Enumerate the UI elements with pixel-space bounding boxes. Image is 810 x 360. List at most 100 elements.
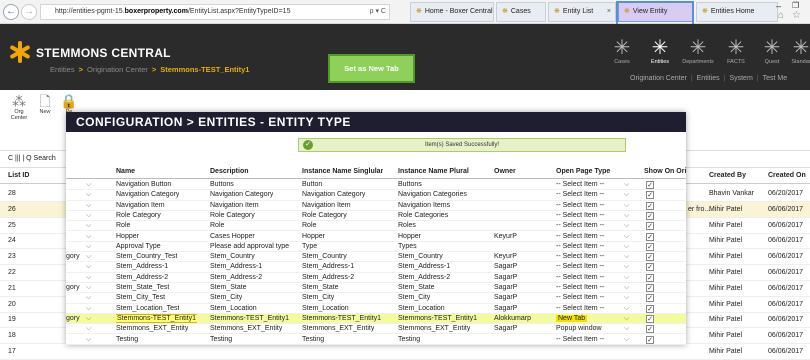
open-page-type-select[interactable]: -- Select Item --: [556, 273, 624, 283]
show-on-checkbox[interactable]: ✓: [646, 325, 654, 334]
entity-type-row[interactable]: gory ⌵ Stemmons-TEST_Entity1 Stemmons-TEST_…: [66, 313, 686, 325]
breadcrumb-entities[interactable]: Entities: [50, 65, 75, 74]
browser-tab[interactable]: ❋ Entities Home: [696, 2, 778, 22]
show-on-checkbox[interactable]: ✓: [646, 191, 654, 200]
select-chevron-icon[interactable]: ⌵: [624, 304, 629, 314]
select-chevron-icon[interactable]: ⌵: [624, 324, 629, 334]
chevron-down-icon[interactable]: ⌵: [86, 314, 91, 324]
nav-entities-button[interactable]: ✳ Entities: [640, 38, 680, 65]
open-page-type-select[interactable]: New Tab: [556, 314, 624, 324]
new-button[interactable]: 🗋 New: [32, 93, 58, 115]
list-row[interactable]: 17 Mihir Patel 06/06/2017: [0, 344, 810, 360]
entity-type-row[interactable]: ⌵ Stem_Location_Test Stem_Location Stem_Loc…: [66, 304, 686, 314]
chevron-down-icon[interactable]: ⌵: [86, 252, 91, 262]
subnav-origination-center[interactable]: Origination Center: [630, 75, 687, 82]
chevron-down-icon[interactable]: ⌵: [86, 283, 91, 293]
chevron-down-icon[interactable]: ⌵: [86, 190, 91, 200]
open-page-type-select[interactable]: -- Select Item --: [556, 232, 624, 242]
entity-type-row[interactable]: ⌵ Hopper Cases Hopper Hopper Hopper KeyurP -- …: [66, 232, 686, 242]
entity-type-row[interactable]: ⌵ Navigation Item Navigation Item Navigatio…: [66, 201, 686, 211]
nav-facts-button[interactable]: ✳ FACTS: [716, 38, 756, 65]
open-page-type-select[interactable]: -- Select Item --: [556, 252, 624, 262]
show-on-checkbox[interactable]: ✓: [646, 242, 654, 251]
show-on-checkbox[interactable]: ✓: [646, 181, 654, 189]
show-on-checkbox[interactable]: ✓: [646, 222, 654, 231]
entity-type-row[interactable]: ⌵ Stem_City_Test Stem_City Stem_City Stem_Ci…: [66, 293, 686, 304]
col-show-on[interactable]: Show On Ori: [644, 165, 686, 179]
entity-type-row[interactable]: ⌵ Role Role Role Roles -- Select Item -- ⌵ ✓: [66, 221, 686, 232]
entity-type-row[interactable]: ⌵ Stemmons_EXT_Entity Stemmons_EXT_Entity S…: [66, 324, 686, 335]
browser-tab[interactable]: ❋ Home - Boxer Central: [410, 2, 494, 22]
breadcrumb-origination[interactable]: Origination Center: [87, 65, 148, 74]
col-plural[interactable]: Instance Name Plural: [398, 165, 469, 179]
show-on-checkbox[interactable]: ✓: [646, 201, 654, 210]
chevron-down-icon[interactable]: ⌵: [86, 304, 91, 314]
chevron-down-icon[interactable]: ⌵: [86, 335, 91, 345]
open-page-type-select[interactable]: -- Select Item --: [556, 304, 624, 314]
show-on-checkbox[interactable]: ✓: [646, 335, 654, 344]
nav-cases-button[interactable]: ✳ Cases: [602, 38, 642, 65]
show-on-checkbox[interactable]: ✓: [646, 273, 654, 282]
show-on-checkbox[interactable]: ✓: [646, 232, 654, 241]
col-created-by[interactable]: Created By: [709, 168, 746, 184]
entity-type-row[interactable]: gory ⌵ Stem_State_Test Stem_State Stem_State…: [66, 283, 686, 294]
open-page-type-select[interactable]: -- Select Item --: [556, 221, 624, 231]
open-page-type-select[interactable]: -- Select Item --: [556, 293, 624, 303]
select-chevron-icon[interactable]: ⌵: [624, 262, 629, 272]
show-on-checkbox[interactable]: ✓: [646, 253, 654, 262]
forward-button[interactable]: →: [21, 4, 37, 20]
chevron-down-icon[interactable]: ⌵: [86, 324, 91, 334]
col-singular[interactable]: Instance Name Singlular: [302, 165, 383, 179]
show-on-checkbox[interactable]: ✓: [646, 294, 654, 303]
entity-type-row[interactable]: ⌵ Testing Testing Testing Testing -- Select I…: [66, 335, 686, 345]
browser-tab[interactable]: ❋ Entity List ×: [548, 2, 616, 22]
select-chevron-icon[interactable]: ⌵: [624, 314, 629, 324]
show-on-checkbox[interactable]: ✓: [646, 263, 654, 272]
subnav-entities[interactable]: Entities: [697, 75, 720, 82]
entity-type-row[interactable]: ⌵ Stem_Address-2 Stem_Address-2 Stem_Addres…: [66, 273, 686, 283]
restore-button[interactable]: ❐: [792, 1, 799, 10]
entity-type-row[interactable]: gory ⌵ Stem_Country_Test Stem_Country Stem_C…: [66, 252, 686, 263]
select-chevron-icon[interactable]: ⌵: [624, 293, 629, 303]
select-chevron-icon[interactable]: ⌵: [624, 211, 629, 221]
entity-type-row[interactable]: ⌵ Stem_Address-1 Stem_Address-1 Stem_Addres…: [66, 262, 686, 273]
open-page-type-select[interactable]: Popup window: [556, 324, 624, 334]
open-page-type-select[interactable]: -- Select Item --: [556, 201, 624, 211]
tab-close-icon[interactable]: ×: [607, 3, 611, 21]
addr-icons[interactable]: ρ ▾ C: [340, 4, 386, 20]
nav-standar-button[interactable]: ✳ Standar: [786, 38, 810, 65]
open-page-type-select[interactable]: -- Select Item --: [556, 283, 624, 293]
favorites-star-icon[interactable]: ☆: [792, 10, 801, 21]
entity-type-row[interactable]: ⌵ Navigation Button Buttons Button Buttons --…: [66, 180, 686, 191]
subnav-system[interactable]: System: [729, 75, 752, 82]
col-list-id[interactable]: List ID: [8, 168, 29, 184]
entity-type-row[interactable]: ⌵ Approval Type Please add approval type Ty…: [66, 242, 686, 253]
chevron-down-icon[interactable]: ⌵: [86, 262, 91, 272]
open-page-type-select[interactable]: -- Select Item --: [556, 242, 624, 252]
address-bar[interactable]: http://entities-pgmt-15.boxerproperty.co…: [40, 4, 390, 20]
chevron-down-icon[interactable]: ⌵: [86, 242, 91, 252]
select-chevron-icon[interactable]: ⌵: [624, 335, 629, 345]
col-owner[interactable]: Owner: [494, 165, 516, 179]
chevron-down-icon[interactable]: ⌵: [86, 232, 91, 242]
org-center-button[interactable]: ⁂ Org Center: [6, 93, 32, 121]
chevron-down-icon[interactable]: ⌵: [86, 273, 91, 283]
select-chevron-icon[interactable]: ⌵: [624, 180, 629, 190]
col-name[interactable]: Name: [116, 165, 135, 179]
select-chevron-icon[interactable]: ⌵: [624, 252, 629, 262]
col-open-page-type[interactable]: Open Page Type: [556, 165, 610, 179]
nav-departments-button[interactable]: ✳ Departments: [678, 38, 718, 65]
chevron-down-icon[interactable]: ⌵: [86, 211, 91, 221]
select-chevron-icon[interactable]: ⌵: [624, 273, 629, 283]
select-chevron-icon[interactable]: ⌵: [624, 232, 629, 242]
chevron-down-icon[interactable]: ⌵: [86, 180, 91, 190]
open-page-type-select[interactable]: -- Select Item --: [556, 180, 624, 190]
entity-type-row[interactable]: ⌵ Navigation Category Navigation Category N…: [66, 190, 686, 201]
entity-type-row[interactable]: ⌵ Role Category Role Category Role Category…: [66, 211, 686, 222]
select-chevron-icon[interactable]: ⌵: [624, 201, 629, 211]
open-page-type-select[interactable]: -- Select Item --: [556, 211, 624, 221]
browser-tab[interactable]: ❋ Cases: [496, 2, 546, 22]
select-chevron-icon[interactable]: ⌵: [624, 221, 629, 231]
chevron-down-icon[interactable]: ⌵: [86, 201, 91, 211]
home-icon[interactable]: ⌂: [778, 10, 784, 21]
